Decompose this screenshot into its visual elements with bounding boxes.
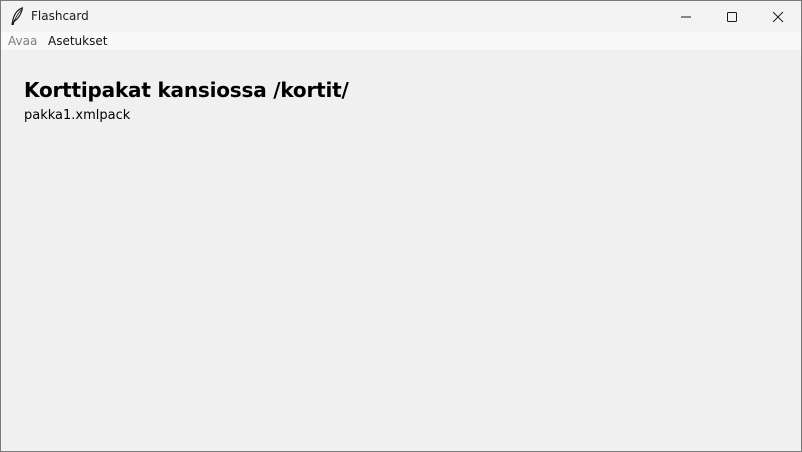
close-icon — [772, 11, 784, 23]
deck-file-list: pakka1.xmlpack — [24, 108, 130, 124]
maximize-button[interactable] — [709, 1, 755, 32]
app-window: Flashcard Avaa Asetukset Korttipakat kan… — [0, 0, 802, 452]
menu-bar: Avaa Asetukset — [1, 32, 801, 50]
title-bar[interactable]: Flashcard — [1, 1, 801, 32]
minimize-icon — [681, 16, 691, 18]
maximize-icon — [727, 12, 737, 22]
page-title: Korttipakat kansiossa /kortit/ — [24, 78, 349, 102]
menu-item-asetukset[interactable]: Asetukset — [48, 34, 107, 48]
main-content: Korttipakat kansiossa /kortit/ pakka1.xm… — [1, 50, 801, 451]
menu-item-avaa[interactable]: Avaa — [8, 34, 37, 48]
close-button[interactable] — [755, 1, 801, 32]
deck-file-item[interactable]: pakka1.xmlpack — [24, 108, 130, 124]
window-title: Flashcard — [31, 9, 89, 23]
feather-icon — [10, 7, 24, 26]
minimize-button[interactable] — [663, 1, 709, 32]
